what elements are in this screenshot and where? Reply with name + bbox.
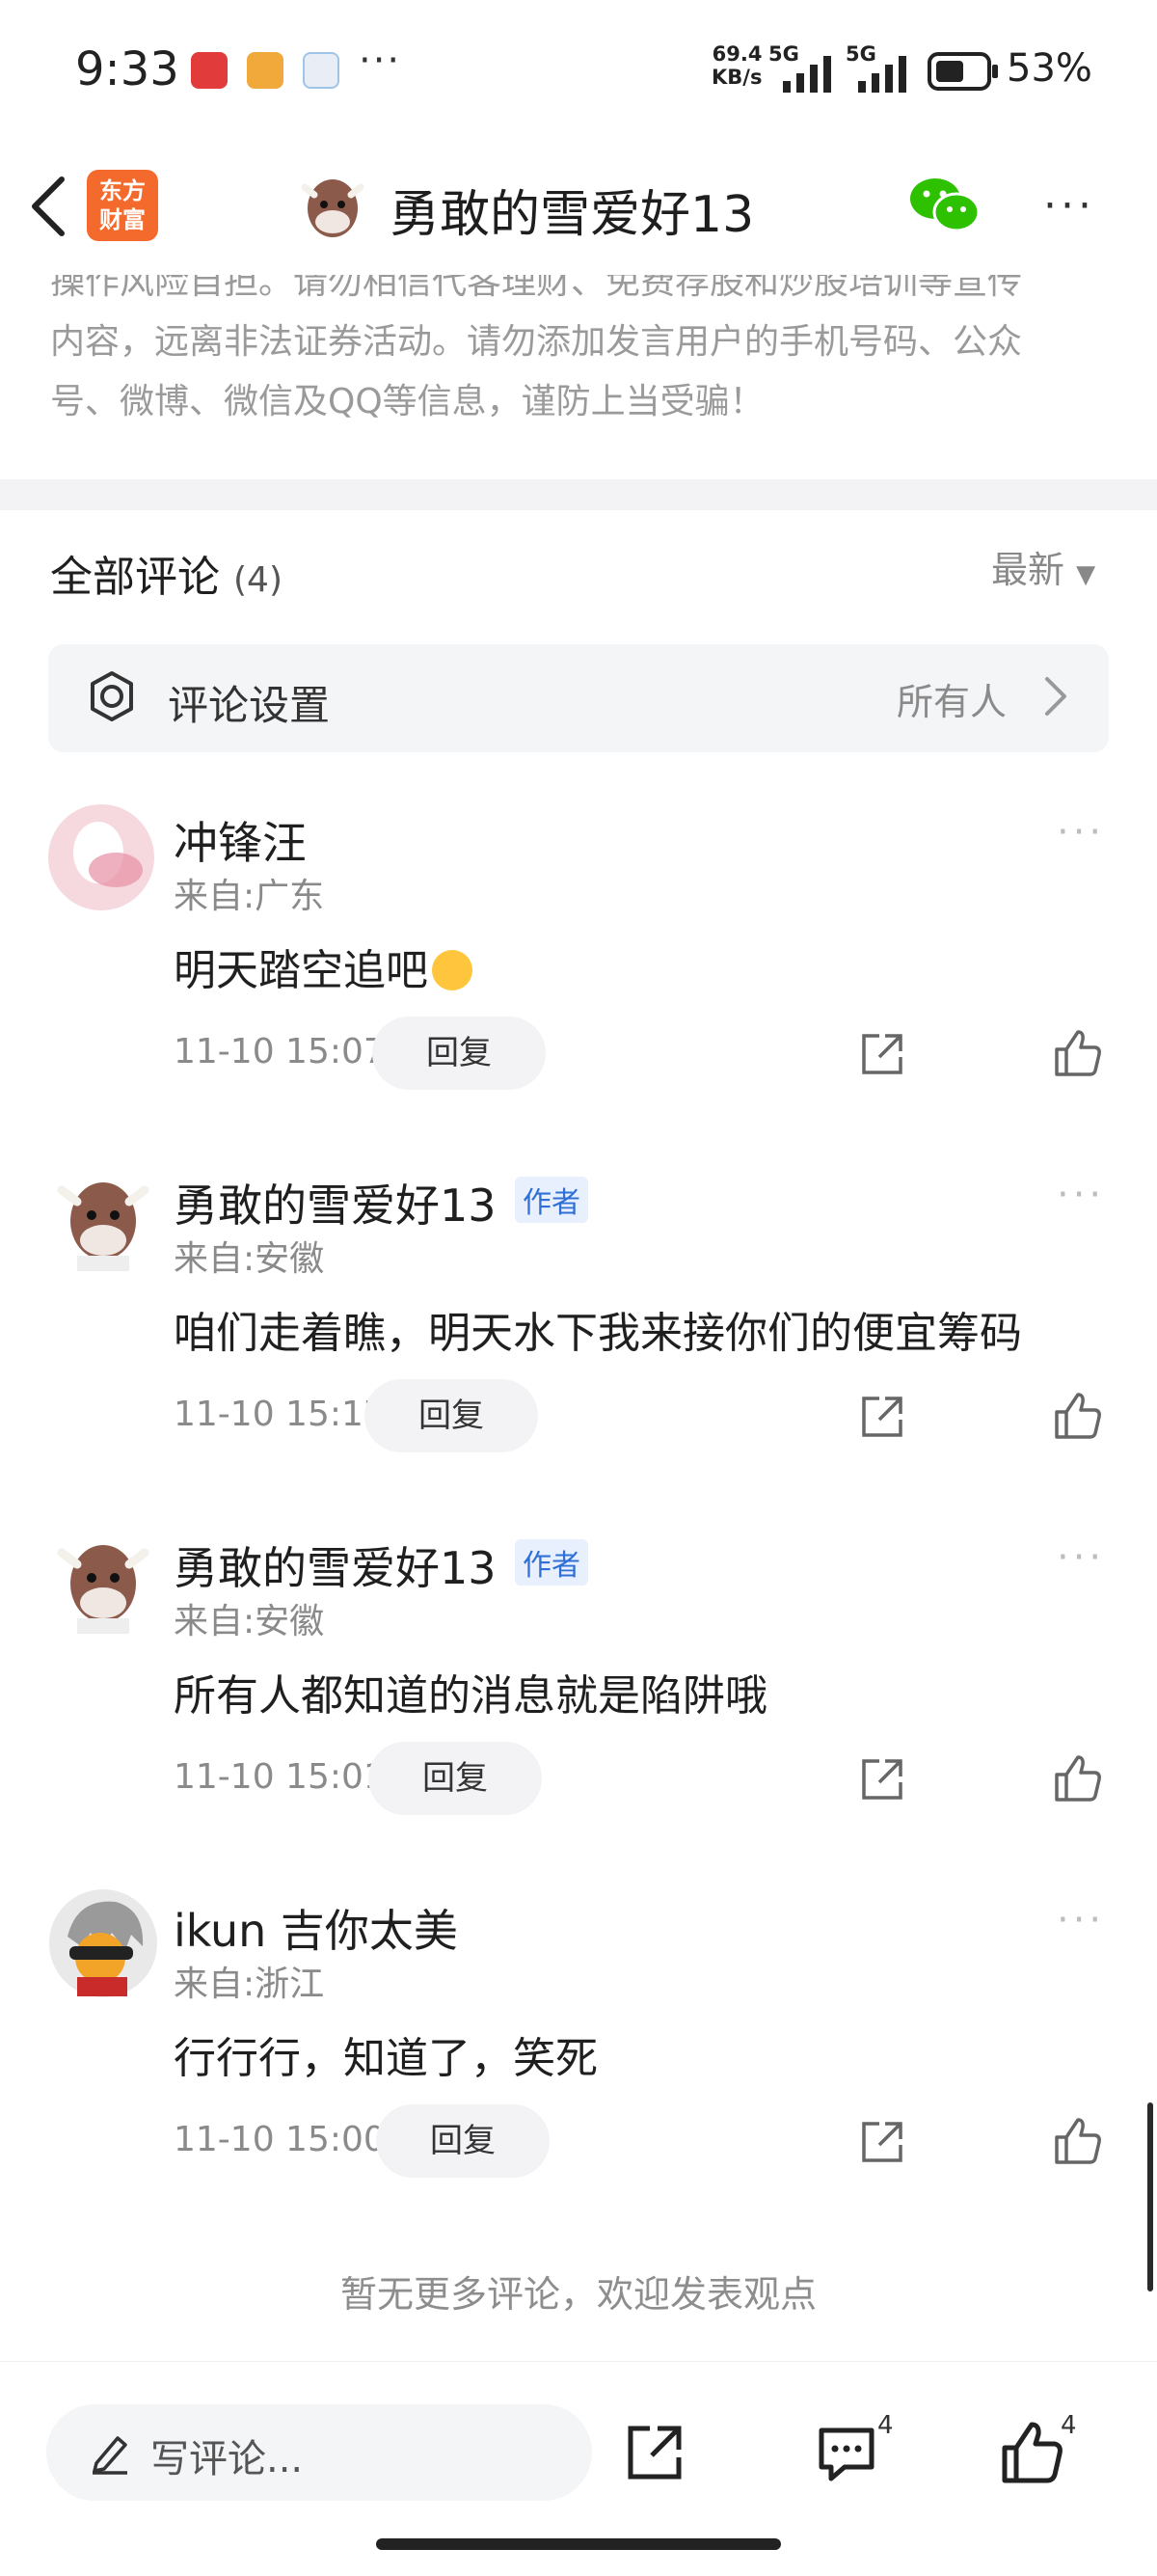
comment-settings-value: 所有人 — [897, 681, 1008, 723]
comment-placeholder[interactable]: 写评论... — [150, 2427, 303, 2483]
comment-item: 勇敢的雪爱好13 作者 ··· 来自:安徽 所有人都知道的消息就是陷阱哦 11-… — [0, 1520, 1157, 1867]
like-icon[interactable] — [1053, 1391, 1103, 1441]
reply-button[interactable]: 回复 — [368, 1742, 542, 1815]
notification-map-icon — [303, 52, 339, 89]
comment-more-icon[interactable]: ··· — [1057, 810, 1105, 854]
like-count-badge: 4 — [1061, 2411, 1077, 2440]
signal-strength-2-icon — [858, 56, 906, 93]
like-icon[interactable] — [1053, 2116, 1103, 2166]
status-time: 9:33 — [75, 42, 179, 96]
reply-button[interactable]: 回复 — [364, 1379, 538, 1452]
network-speed: 69.4 KB/s — [712, 42, 763, 89]
avatar[interactable] — [48, 1163, 158, 1273]
share-icon[interactable] — [858, 1393, 906, 1441]
notification-wallet-icon — [247, 52, 283, 89]
risk-notice: 操作风险自担。请勿相信代客理财、免费荐股和炒股培训等宣传 内容，远离非法证券活动… — [50, 262, 1023, 421]
comment-text: 所有人都知道的消息就是陷阱哦 — [174, 1671, 767, 1721]
sort-dropdown[interactable]: 最新 ▼ — [991, 540, 1095, 593]
comment-time: 11-10 15:17 — [174, 1395, 386, 1434]
share-icon[interactable] — [858, 1755, 906, 1803]
back-arrow-icon[interactable] — [25, 174, 71, 239]
like-icon[interactable] — [1001, 2421, 1064, 2484]
more-options-icon[interactable]: ··· — [1043, 181, 1095, 230]
avatar[interactable] — [48, 1888, 158, 1998]
user-avatar-cow-icon[interactable] — [293, 166, 372, 245]
comment-username[interactable]: ikun 吉你太美 — [174, 1896, 458, 1960]
comment-text: 行行行，知道了，笑死 — [174, 2034, 598, 2083]
signal-strength-icon — [783, 56, 831, 93]
avatar[interactable] — [48, 804, 154, 910]
battery-icon — [928, 52, 998, 91]
comment-username[interactable]: 勇敢的雪爱好13 — [174, 1533, 497, 1597]
comments-count: (4) — [233, 560, 283, 600]
comment-time: 11-10 15:07 — [174, 1032, 386, 1071]
pencil-icon — [93, 2436, 127, 2475]
like-icon[interactable] — [1053, 1028, 1103, 1078]
more-notifications-icon: ··· — [359, 39, 402, 83]
reply-button[interactable]: 回复 — [376, 2104, 550, 2178]
comment-username[interactable]: 冲锋汪 — [174, 808, 307, 872]
share-icon[interactable] — [625, 2423, 685, 2482]
like-icon[interactable] — [1053, 1753, 1103, 1803]
comment-location: 来自:安徽 — [174, 1239, 325, 1279]
comment-text: 明天踏空追吧 — [174, 935, 472, 997]
app-logo[interactable]: 东方 财富 — [87, 170, 158, 241]
comments-heading: 全部评论 (4) — [50, 553, 283, 602]
comment-item: 冲锋汪 ··· 来自:广东 明天踏空追吧 11-10 15:07 回复 — [0, 795, 1157, 1142]
comment-location: 来自:浙江 — [174, 1965, 325, 2004]
comment-more-icon[interactable]: ··· — [1057, 1173, 1105, 1217]
battery-percentage: 53% — [1007, 46, 1092, 91]
comment-more-icon[interactable]: ··· — [1057, 1898, 1105, 1942]
share-icon[interactable] — [858, 1030, 906, 1078]
share-icon[interactable] — [858, 2118, 906, 2166]
author-badge: 作者 — [515, 1177, 588, 1223]
reply-button[interactable]: 回复 — [372, 1017, 546, 1090]
author-badge: 作者 — [515, 1539, 588, 1586]
comment-item: ikun 吉你太美 ··· 来自:浙江 行行行，知道了，笑死 11-10 15:… — [0, 1883, 1157, 2230]
avatar[interactable] — [48, 1526, 158, 1636]
comment-count-badge: 4 — [877, 2411, 894, 2440]
page-title: 勇敢的雪爱好13 — [390, 186, 755, 244]
wechat-share-icon[interactable] — [906, 174, 983, 235]
gear-icon — [91, 671, 133, 721]
caret-down-icon: ▼ — [1076, 560, 1096, 589]
no-more-comments: 暂无更多评论，欢迎发表观点 — [339, 2273, 817, 2316]
section-divider — [0, 479, 1157, 510]
comment-time: 11-10 15:01 — [174, 1757, 386, 1797]
chevron-right-icon — [1045, 677, 1066, 716]
comment-location: 来自:安徽 — [174, 1602, 325, 1641]
comment-text: 咱们走着瞧，明天水下我来接你们的便宜筹码 — [174, 1309, 1022, 1358]
comment-more-icon[interactable]: ··· — [1057, 1535, 1105, 1580]
notification-app-icon — [191, 52, 228, 89]
home-indicator[interactable] — [376, 2538, 781, 2550]
comment-location: 来自:广东 — [174, 877, 325, 916]
comment-item: 勇敢的雪爱好13 作者 ··· 来自:安徽 咱们走着瞧，明天水下我来接你们的便宜… — [0, 1157, 1157, 1505]
comment-time: 11-10 15:00 — [174, 2120, 386, 2159]
comments-icon[interactable] — [816, 2423, 877, 2484]
grin-emoji-icon — [432, 950, 472, 990]
comment-settings-label: 评论设置 — [168, 682, 331, 729]
scrollbar[interactable] — [1147, 2102, 1153, 2291]
comment-username[interactable]: 勇敢的雪爱好13 — [174, 1171, 497, 1234]
